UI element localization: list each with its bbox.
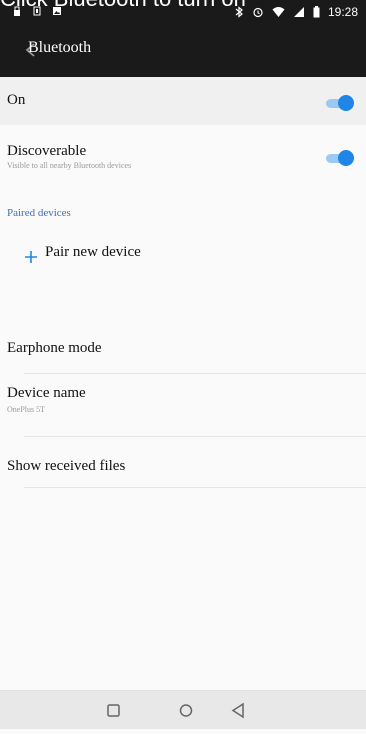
discoverable-subtitle: Visible to all nearby Bluetooth devices [7, 161, 132, 170]
battery-icon [313, 6, 320, 18]
alarm-icon [253, 7, 263, 18]
status-time: 19:28 [327, 5, 358, 19]
back-button[interactable] [214, 691, 262, 729]
back-icon [231, 702, 244, 719]
device-name-value: OnePlus 5T [7, 405, 45, 414]
page-title: Bluetooth [28, 39, 92, 56]
earphone-mode-row[interactable]: Earphone mode [0, 326, 366, 374]
status-bar: Click Bluetooth to turn on [0, 0, 366, 24]
navigation-bar [0, 690, 366, 729]
toggle-thumb [338, 150, 354, 166]
paired-devices-header-row: Paired devices [0, 187, 366, 227]
bluetooth-on-label: On [7, 92, 26, 108]
device-name-label: Device name [7, 385, 86, 401]
plus-icon [25, 251, 37, 263]
pair-new-device-row[interactable]: Pair new device [0, 236, 366, 276]
wifi-icon [272, 7, 285, 17]
sim-icon [33, 6, 41, 16]
recent-apps-button[interactable] [90, 691, 138, 729]
signal-icon [293, 7, 304, 17]
discoverable-label: Discoverable [7, 143, 87, 159]
home-button[interactable] [162, 691, 210, 729]
status-right-icons: 19:28 [234, 6, 358, 18]
image-icon [53, 7, 61, 15]
show-received-files-label: Show received files [7, 458, 126, 474]
home-icon [179, 704, 193, 717]
lock-icon [14, 6, 20, 16]
status-left-icons [12, 6, 62, 16]
discoverable-row[interactable]: Discoverable Visible to all nearby Bluet… [0, 125, 366, 187]
bluetooth-icon [235, 6, 243, 18]
paired-devices-header: Paired devices [7, 207, 71, 219]
earphone-mode-label: Earphone mode [7, 340, 102, 356]
toggle-thumb [338, 95, 354, 111]
recent-apps-icon [107, 704, 120, 717]
pair-new-device-label: Pair new device [45, 244, 141, 260]
app-bar: Bluetooth [0, 24, 366, 77]
bluetooth-on-row[interactable]: On [0, 77, 366, 125]
discoverable-toggle[interactable] [324, 149, 354, 167]
divider [24, 487, 366, 488]
device-name-row[interactable]: Device name OnePlus 5T [0, 374, 366, 436]
show-received-files-row[interactable]: Show received files [0, 437, 366, 487]
bluetooth-on-toggle[interactable] [324, 94, 354, 112]
